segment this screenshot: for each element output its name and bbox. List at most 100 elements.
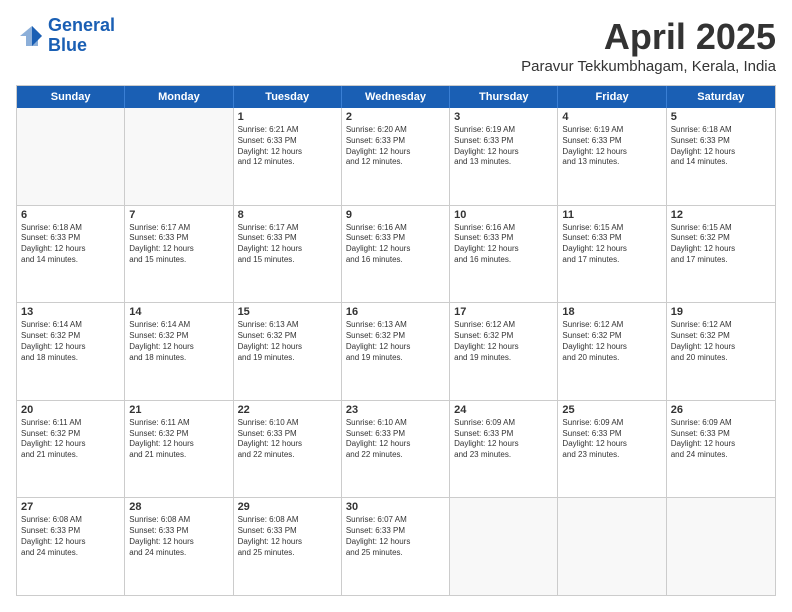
sunrise-text: Sunrise: 6:10 AM	[346, 418, 445, 429]
daylight-text-2: and 13 minutes.	[562, 157, 661, 168]
day-number: 13	[21, 306, 120, 318]
daylight-text-1: Daylight: 12 hours	[562, 342, 661, 353]
daylight-text-1: Daylight: 12 hours	[129, 439, 228, 450]
daylight-text-1: Daylight: 12 hours	[238, 147, 337, 158]
day-number: 9	[346, 209, 445, 221]
daylight-text-2: and 16 minutes.	[346, 255, 445, 266]
calendar-cell: 29Sunrise: 6:08 AMSunset: 6:33 PMDayligh…	[234, 498, 342, 595]
daylight-text-2: and 18 minutes.	[129, 353, 228, 364]
sunset-text: Sunset: 6:32 PM	[238, 331, 337, 342]
calendar-cell: 9Sunrise: 6:16 AMSunset: 6:33 PMDaylight…	[342, 206, 450, 303]
sunrise-text: Sunrise: 6:16 AM	[454, 223, 553, 234]
daylight-text-2: and 21 minutes.	[129, 450, 228, 461]
sunset-text: Sunset: 6:32 PM	[129, 331, 228, 342]
daylight-text-1: Daylight: 12 hours	[454, 244, 553, 255]
sunset-text: Sunset: 6:32 PM	[671, 233, 771, 244]
calendar-cell: 5Sunrise: 6:18 AMSunset: 6:33 PMDaylight…	[667, 108, 775, 205]
daylight-text-2: and 17 minutes.	[671, 255, 771, 266]
calendar-header-day: Monday	[125, 86, 233, 108]
daylight-text-2: and 24 minutes.	[671, 450, 771, 461]
daylight-text-1: Daylight: 12 hours	[21, 244, 120, 255]
day-number: 15	[238, 306, 337, 318]
calendar-cell: 20Sunrise: 6:11 AMSunset: 6:32 PMDayligh…	[17, 401, 125, 498]
calendar-row: 27Sunrise: 6:08 AMSunset: 6:33 PMDayligh…	[17, 498, 775, 595]
calendar-cell: 7Sunrise: 6:17 AMSunset: 6:33 PMDaylight…	[125, 206, 233, 303]
sunrise-text: Sunrise: 6:19 AM	[454, 125, 553, 136]
day-number: 17	[454, 306, 553, 318]
sunset-text: Sunset: 6:33 PM	[562, 233, 661, 244]
sunset-text: Sunset: 6:33 PM	[238, 429, 337, 440]
sunset-text: Sunset: 6:33 PM	[346, 233, 445, 244]
calendar-header: SundayMondayTuesdayWednesdayThursdayFrid…	[17, 86, 775, 108]
sunrise-text: Sunrise: 6:13 AM	[346, 320, 445, 331]
sunrise-text: Sunrise: 6:18 AM	[671, 125, 771, 136]
sunset-text: Sunset: 6:33 PM	[129, 233, 228, 244]
sunrise-text: Sunrise: 6:14 AM	[21, 320, 120, 331]
calendar-cell: 19Sunrise: 6:12 AMSunset: 6:32 PMDayligh…	[667, 303, 775, 400]
sunset-text: Sunset: 6:33 PM	[346, 136, 445, 147]
daylight-text-1: Daylight: 12 hours	[129, 342, 228, 353]
calendar-cell: 4Sunrise: 6:19 AMSunset: 6:33 PMDaylight…	[558, 108, 666, 205]
sunrise-text: Sunrise: 6:08 AM	[129, 515, 228, 526]
calendar: SundayMondayTuesdayWednesdayThursdayFrid…	[16, 85, 776, 596]
calendar-cell: 14Sunrise: 6:14 AMSunset: 6:32 PMDayligh…	[125, 303, 233, 400]
sunset-text: Sunset: 6:32 PM	[454, 331, 553, 342]
calendar-header-day: Thursday	[450, 86, 558, 108]
daylight-text-1: Daylight: 12 hours	[346, 439, 445, 450]
calendar-cell	[667, 498, 775, 595]
sunset-text: Sunset: 6:33 PM	[454, 136, 553, 147]
daylight-text-2: and 19 minutes.	[454, 353, 553, 364]
day-number: 19	[671, 306, 771, 318]
day-number: 18	[562, 306, 661, 318]
day-number: 10	[454, 209, 553, 221]
calendar-header-day: Tuesday	[234, 86, 342, 108]
daylight-text-1: Daylight: 12 hours	[238, 244, 337, 255]
day-number: 7	[129, 209, 228, 221]
calendar-cell: 2Sunrise: 6:20 AMSunset: 6:33 PMDaylight…	[342, 108, 450, 205]
day-number: 30	[346, 501, 445, 513]
daylight-text-1: Daylight: 12 hours	[346, 244, 445, 255]
daylight-text-1: Daylight: 12 hours	[238, 439, 337, 450]
daylight-text-2: and 16 minutes.	[454, 255, 553, 266]
daylight-text-2: and 19 minutes.	[346, 353, 445, 364]
logo-line2: Blue	[48, 35, 87, 55]
daylight-text-1: Daylight: 12 hours	[562, 244, 661, 255]
daylight-text-1: Daylight: 12 hours	[346, 537, 445, 548]
sunset-text: Sunset: 6:33 PM	[346, 526, 445, 537]
calendar-cell: 27Sunrise: 6:08 AMSunset: 6:33 PMDayligh…	[17, 498, 125, 595]
sunrise-text: Sunrise: 6:18 AM	[21, 223, 120, 234]
calendar-header-day: Wednesday	[342, 86, 450, 108]
daylight-text-2: and 17 minutes.	[562, 255, 661, 266]
logo: General Blue	[16, 16, 115, 56]
calendar-cell: 24Sunrise: 6:09 AMSunset: 6:33 PMDayligh…	[450, 401, 558, 498]
calendar-header-day: Sunday	[17, 86, 125, 108]
calendar-cell	[17, 108, 125, 205]
day-number: 26	[671, 404, 771, 416]
calendar-cell: 1 Sunrise: 6:21 AMSunset: 6:33 PMDaylight…	[234, 108, 342, 205]
day-number: 21	[129, 404, 228, 416]
sunset-text: Sunset: 6:33 PM	[671, 136, 771, 147]
day-number: 1	[238, 111, 337, 123]
sunrise-text: Sunrise: 6:21 AM	[238, 125, 337, 136]
sunrise-text: Sunrise: 6:11 AM	[21, 418, 120, 429]
day-number: 20	[21, 404, 120, 416]
sunset-text: Sunset: 6:32 PM	[346, 331, 445, 342]
sunrise-text: Sunrise: 6:08 AM	[21, 515, 120, 526]
sunset-text: Sunset: 6:32 PM	[21, 331, 120, 342]
title-block: April 2025 Paravur Tekkumbhagam, Kerala,…	[521, 16, 776, 75]
daylight-text-2: and 15 minutes.	[129, 255, 228, 266]
calendar-cell: 6Sunrise: 6:18 AMSunset: 6:33 PMDaylight…	[17, 206, 125, 303]
sunset-text: Sunset: 6:33 PM	[454, 429, 553, 440]
sunset-text: Sunset: 6:33 PM	[238, 136, 337, 147]
subtitle: Paravur Tekkumbhagam, Kerala, India	[521, 58, 776, 75]
sunset-text: Sunset: 6:32 PM	[129, 429, 228, 440]
daylight-text-2: and 14 minutes.	[671, 157, 771, 168]
day-number: 25	[562, 404, 661, 416]
daylight-text-2: and 12 minutes.	[346, 157, 445, 168]
sunrise-text: Sunrise: 6:09 AM	[454, 418, 553, 429]
sunset-text: Sunset: 6:33 PM	[129, 526, 228, 537]
daylight-text-1: Daylight: 12 hours	[346, 342, 445, 353]
calendar-cell: 13Sunrise: 6:14 AMSunset: 6:32 PMDayligh…	[17, 303, 125, 400]
daylight-text-1: Daylight: 12 hours	[562, 147, 661, 158]
logo-text: General Blue	[48, 16, 115, 56]
